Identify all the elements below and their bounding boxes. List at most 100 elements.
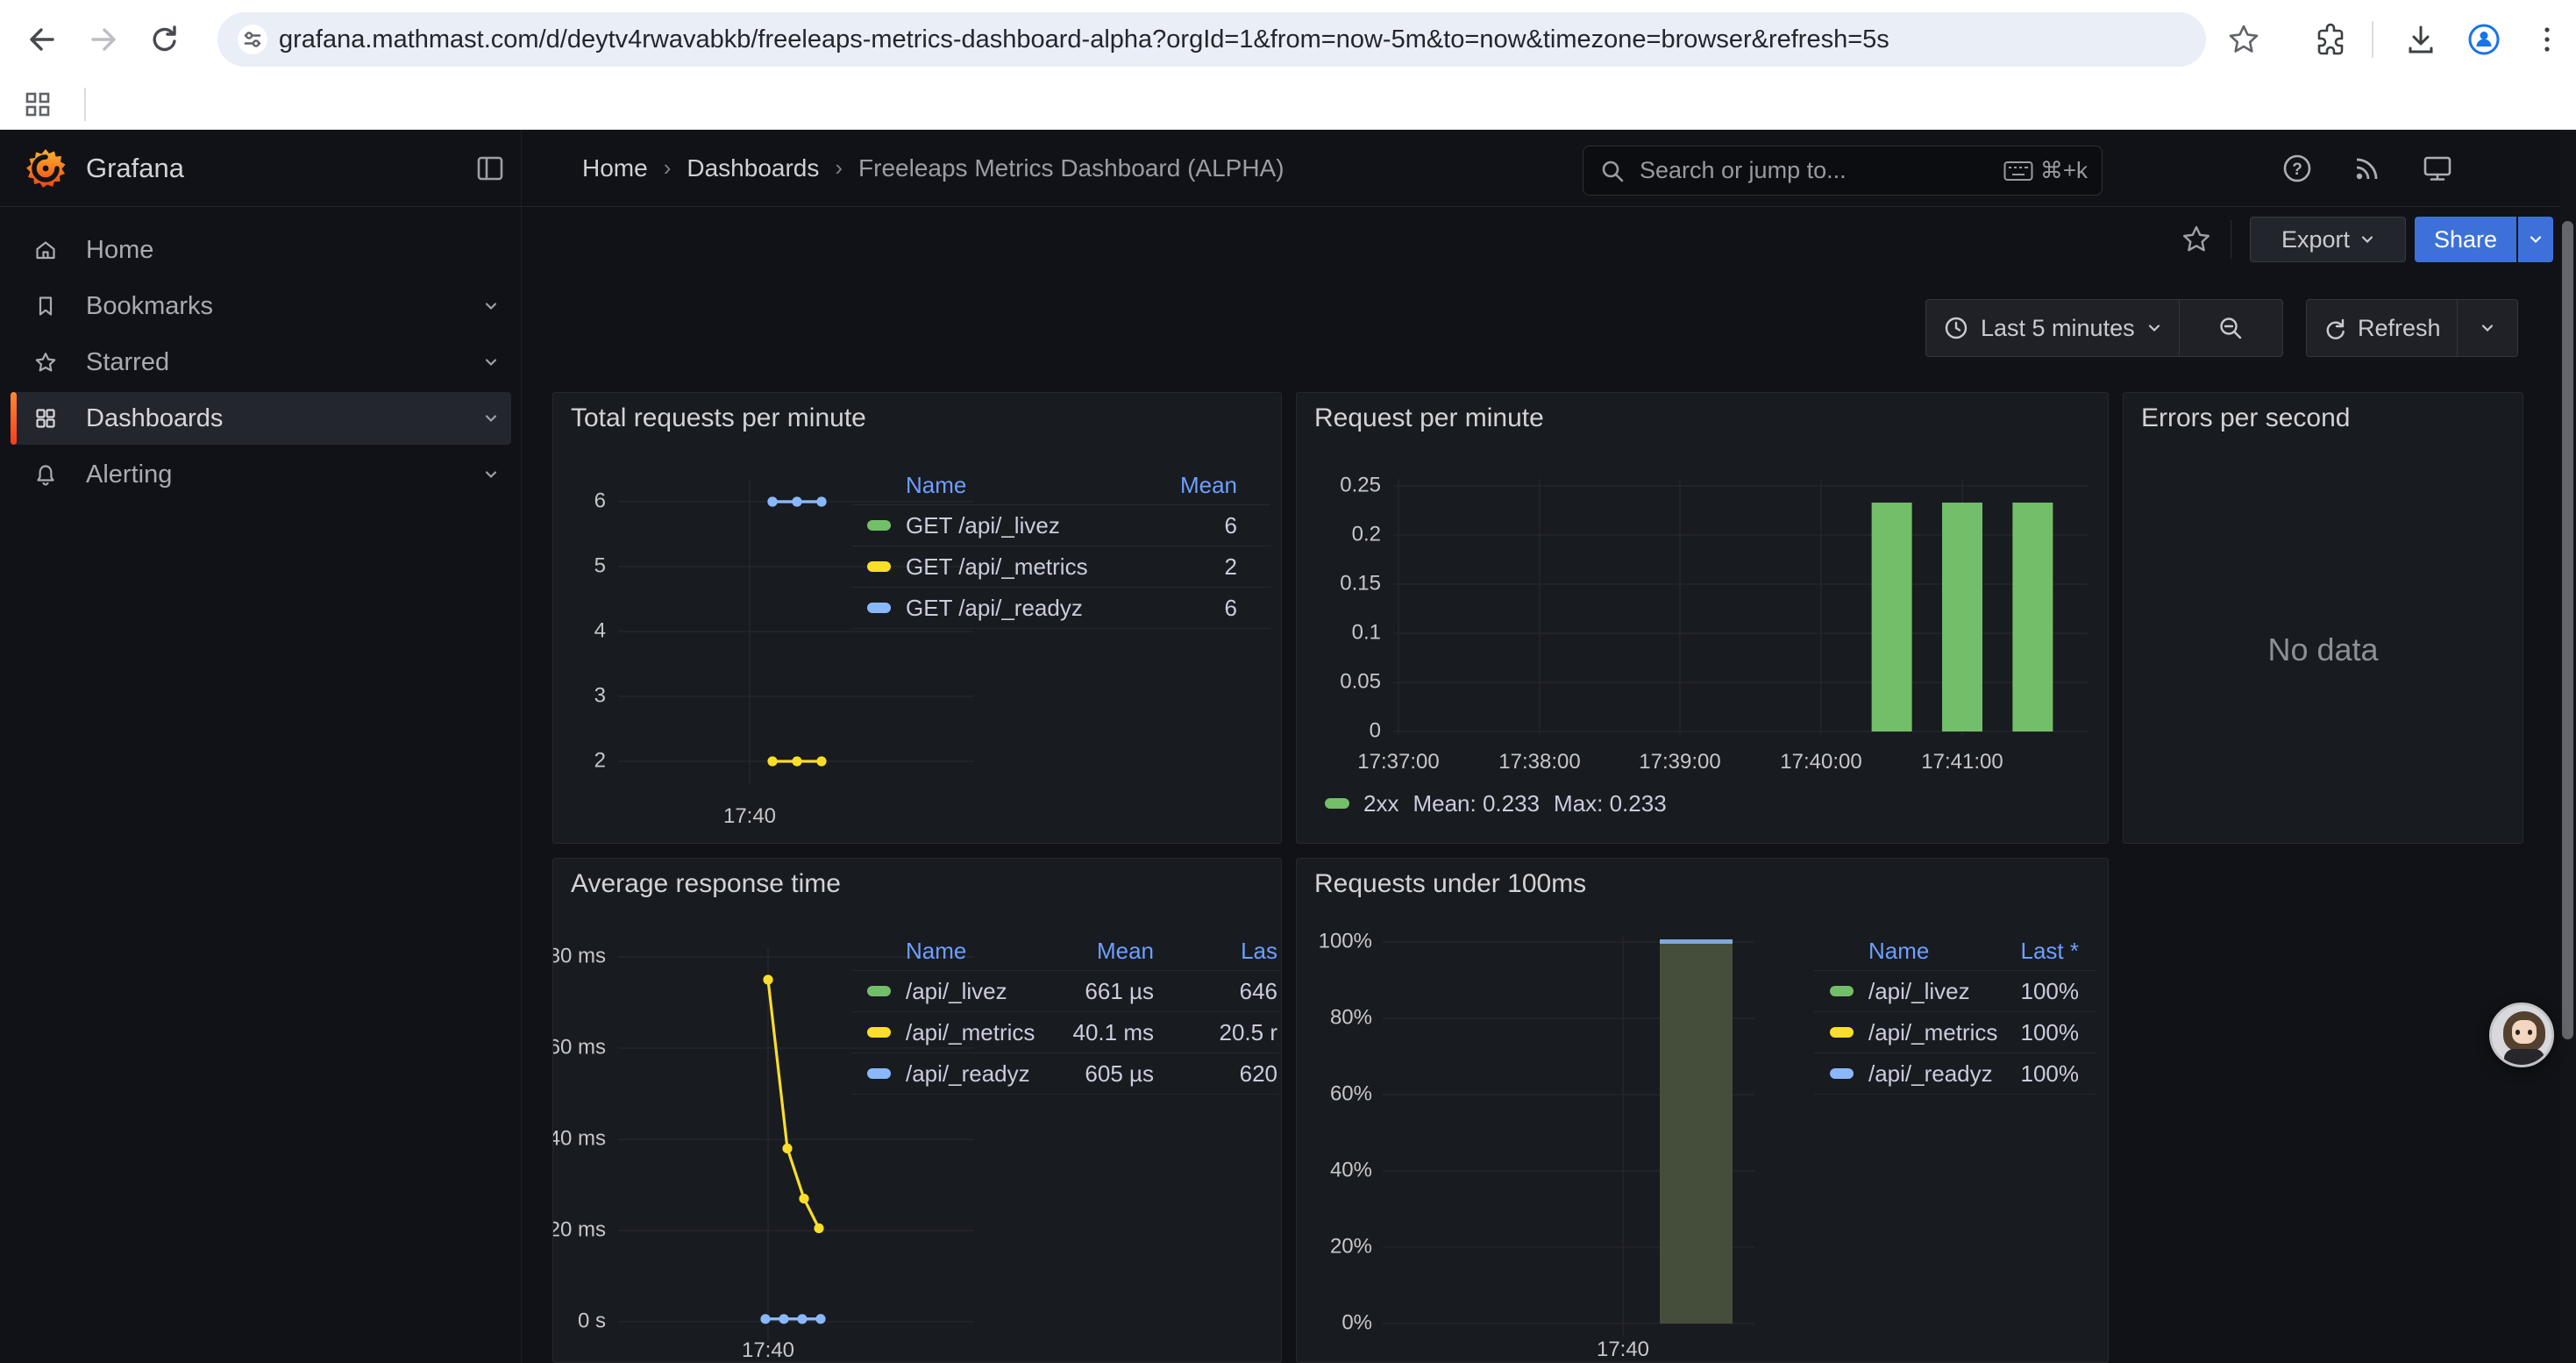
data-point[interactable]	[763, 974, 772, 984]
legend-series-name[interactable]: GET /api/_metrics	[906, 546, 1088, 587]
data-point[interactable]	[792, 496, 801, 506]
legend-col-name[interactable]: Name	[906, 467, 966, 504]
legend-series-name[interactable]: /api/_readyz	[1868, 1053, 1993, 1094]
zoom-out-button[interactable]	[2180, 315, 2282, 341]
panel-average-response-time[interactable]: Average response time 80 ms60 ms40 ms20 …	[552, 858, 1282, 1363]
data-point[interactable]	[782, 1144, 792, 1153]
share-menu-button[interactable]	[2518, 217, 2553, 262]
sidebar-item-alerting[interactable]: Alerting	[11, 448, 511, 501]
legend-series-name[interactable]: /api/_readyz	[906, 1053, 1030, 1094]
assistant-avatar[interactable]	[2489, 1003, 2554, 1067]
panel-total-requests-per-minute[interactable]: Total requests per minute 6543217:40Name…	[552, 392, 1282, 844]
data-point[interactable]	[816, 496, 826, 506]
legend-value: 100%	[2021, 1053, 2080, 1094]
chevron-down-icon	[2147, 321, 2161, 335]
brand-name[interactable]: Grafana	[86, 130, 184, 206]
sidebar-item-home[interactable]: Home	[11, 224, 511, 276]
monitor-icon[interactable]	[2422, 153, 2453, 184]
scrollbar-thumb[interactable]	[2562, 221, 2573, 1039]
data-point[interactable]	[797, 1314, 807, 1324]
legend-row[interactable]: GET /api/_metrics2	[851, 546, 1270, 588]
menu-kebab-icon[interactable]	[2529, 21, 2565, 58]
legend-series-name[interactable]: /api/_livez	[1868, 971, 1970, 1011]
data-point[interactable]	[792, 756, 801, 766]
dashboard-actions: Export Share	[523, 207, 2576, 295]
export-button[interactable]: Export	[2250, 217, 2406, 262]
sidebar-item-starred[interactable]: Starred	[11, 336, 511, 389]
legend-col-mean[interactable]: Mean	[1097, 932, 1154, 970]
data-point[interactable]	[767, 496, 777, 506]
legend-row[interactable]: /api/_metrics100%	[1814, 1012, 2096, 1053]
legend-header-row: Name Mean Las	[851, 932, 1279, 971]
legend-row[interactable]: /api/_metrics40.1 ms20.5 r	[851, 1012, 1279, 1053]
download-icon[interactable]	[2402, 21, 2439, 58]
legend-series-name[interactable]: /api/_metrics	[1868, 1012, 1997, 1053]
bar[interactable]	[1872, 503, 1912, 731]
legend-row[interactable]: /api/_livez661 µs646	[851, 971, 1279, 1012]
data-point[interactable]	[816, 756, 826, 766]
breadcrumb-item[interactable]: Home	[582, 154, 648, 182]
data-point[interactable]	[815, 1314, 825, 1324]
bookmark-star-icon[interactable]	[2225, 21, 2262, 58]
apps-grid-icon[interactable]	[23, 89, 53, 119]
home-icon	[33, 238, 58, 262]
url-text[interactable]: grafana.mathmast.com/d/deytv4rwavabkb/fr…	[279, 25, 1889, 54]
refresh-interval-button[interactable]	[2458, 321, 2517, 335]
panel-request-per-minute[interactable]: Request per minute 2xx Mean: 0.233 Max: …	[1296, 392, 2109, 844]
sidebar-item-label: Alerting	[86, 448, 172, 501]
breadcrumb-item[interactable]: Dashboards	[687, 154, 819, 182]
legend-series-name[interactable]: GET /api/_readyz	[906, 588, 1083, 628]
extensions-icon[interactable]	[2311, 21, 2348, 58]
reload-icon[interactable]	[147, 22, 182, 57]
sidebar-item-dashboards[interactable]: Dashboards	[11, 392, 511, 445]
panel-errors-per-second[interactable]: Errors per second No data	[2123, 392, 2523, 844]
y-axis-tick-label: 0 s	[578, 1309, 606, 1332]
legend-header-row: Name Last *	[1814, 932, 2096, 971]
y-axis-tick-label: 0.2	[1352, 522, 1381, 546]
window-scrollbar[interactable]	[2560, 130, 2576, 1363]
time-range-group: Last 5 minutes	[1925, 299, 2283, 357]
search-box[interactable]: ⌘+k	[1583, 146, 2103, 196]
legend-series-name[interactable]: GET /api/_livez	[906, 505, 1060, 546]
search-input[interactable]	[1638, 156, 2003, 185]
legend-series-name[interactable]: /api/_metrics	[906, 1012, 1035, 1053]
back-icon[interactable]	[25, 22, 60, 57]
legend-col-name[interactable]: Name	[1868, 932, 1929, 970]
sidebar-item-label: Starred	[86, 336, 169, 389]
data-point[interactable]	[767, 756, 777, 766]
legend-row[interactable]: GET /api/_livez6	[851, 505, 1270, 546]
help-icon[interactable]: ?	[2281, 153, 2313, 184]
bar[interactable]	[2012, 503, 2053, 731]
data-point[interactable]	[814, 1224, 823, 1233]
refresh-button[interactable]: Refresh	[2307, 315, 2457, 342]
favorite-star-icon[interactable]	[2180, 223, 2213, 256]
data-point[interactable]	[779, 1314, 788, 1324]
time-range-button[interactable]: Last 5 minutes	[1926, 315, 2179, 342]
legend-col-name[interactable]: Name	[906, 932, 966, 970]
news-rss-icon[interactable]	[2352, 153, 2383, 184]
data-point[interactable]	[799, 1194, 808, 1203]
legend-row[interactable]: GET /api/_readyz6	[851, 588, 1270, 629]
bar[interactable]	[1942, 503, 1982, 731]
sidebar-item-bookmarks[interactable]: Bookmarks	[11, 280, 511, 332]
dock-sidebar-icon[interactable]	[474, 153, 506, 184]
panel-requests-under-100ms[interactable]: Requests under 100ms 100%80%60%40%20%0%1…	[1296, 858, 2109, 1363]
tune-icon[interactable]	[237, 24, 268, 55]
legend-row[interactable]: /api/_readyz 100%	[1814, 1053, 2096, 1095]
forward-icon[interactable]	[86, 22, 121, 57]
legend-col-mean[interactable]: Mean	[1180, 467, 1237, 504]
grafana-logo-icon[interactable]	[25, 147, 67, 189]
profile-icon[interactable]	[2466, 21, 2502, 58]
data-point[interactable]	[760, 1314, 770, 1324]
legend-row[interactable]: /api/_livez100%	[1814, 971, 2096, 1012]
legend-series-name[interactable]: /api/_livez	[906, 971, 1007, 1011]
bar[interactable]	[1660, 942, 1733, 1324]
url-bar[interactable]: grafana.mathmast.com/d/deytv4rwavabkb/fr…	[217, 12, 2206, 67]
legend-row[interactable]: /api/_readyz605 µs620	[851, 1053, 1279, 1095]
share-button[interactable]: Share	[2415, 217, 2516, 262]
y-axis-tick-label: 6	[594, 489, 606, 512]
legend-col-las[interactable]: Las	[1241, 932, 1277, 970]
legend-col-last[interactable]: Last *	[2021, 932, 2080, 970]
panel-title[interactable]: Errors per second	[2141, 403, 2350, 433]
x-axis-tick-label: 17:40:00	[1780, 750, 1861, 774]
